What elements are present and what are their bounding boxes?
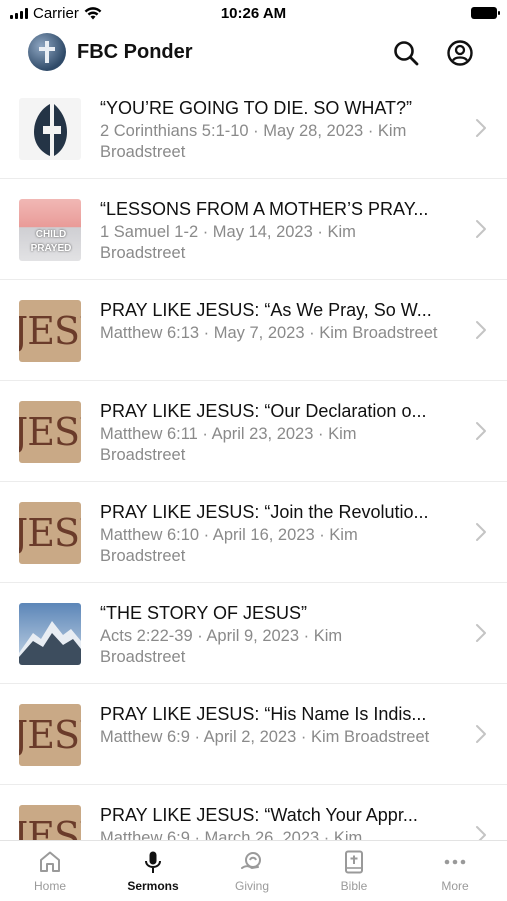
sermon-thumbnail (19, 98, 81, 160)
sermon-meta-line1: Matthew 6:13 · May 7, 2023 · Kim Broadst… (100, 324, 438, 342)
sermon-meta: 1 Samuel 1-2 · May 14, 2023 · Kim Broadst… (100, 222, 462, 264)
sermon-meta-line2: Broadstreet (100, 446, 186, 464)
sermon-text: “LESSONS FROM A MOTHER’S PRAY... 1 Samuel… (100, 197, 462, 264)
sermon-meta-line2: Broadstreet (100, 547, 186, 565)
giving-icon (241, 852, 261, 870)
tab-bar: Home Sermons Giving Bible More (0, 840, 507, 901)
sermon-title: PRAY LIKE JESUS: “Watch Your Appr... (100, 805, 418, 825)
sermon-list-item[interactable]: JESU PRAY LIKE JESUS: “Join the Revolutio… (0, 482, 507, 583)
tab-giving-label: Giving (234, 879, 269, 893)
thumbnail-text: JESU (19, 814, 81, 840)
thumbnail-text: JESU (19, 309, 81, 353)
chevron-right-icon (476, 725, 486, 743)
thumbnail-text: JESU (19, 511, 81, 555)
sermon-meta-line1: Acts 2:22-39 · April 9, 2023 · Kim (100, 627, 343, 645)
thumbnail-text: JESU (19, 410, 81, 454)
sermon-thumbnail (19, 603, 81, 665)
microphone-icon (145, 851, 161, 873)
status-bar: Carrier 10:26 AM (0, 0, 507, 28)
chevron-right-icon (476, 422, 486, 440)
sermon-title: PRAY LIKE JESUS: “Join the Revolutio... (100, 502, 429, 522)
sermon-list-item[interactable]: CHILD PRAYED “LESSONS FROM A MOTHER’S PRAY… (0, 179, 507, 280)
sermon-text: “THE STORY OF JESUS” Acts 2:22-39 · April… (100, 601, 462, 668)
sermon-meta-line2: Broadstreet (100, 244, 186, 262)
chevron-right-icon (476, 826, 486, 840)
mountain-thumbnail-icon (19, 603, 81, 665)
sermon-text: “YOU’RE GOING TO DIE. SO WHAT?” 2 Corinth… (100, 96, 462, 163)
church-logo (28, 33, 66, 71)
sermon-thumbnail: JESU (19, 502, 81, 564)
sermon-thumbnail: JESU (19, 401, 81, 463)
app-header: FBC Ponder (0, 28, 507, 78)
sermon-text: PRAY LIKE JESUS: “Watch Your Appr... Matt… (100, 803, 462, 840)
sermon-meta: Matthew 6:10 · April 16, 2023 · Kim Broad… (100, 525, 462, 567)
tab-home[interactable]: Home (10, 849, 90, 893)
sermon-list-item[interactable]: “YOU’RE GOING TO DIE. SO WHAT?” 2 Corinth… (0, 78, 507, 179)
sermon-list-item[interactable]: JESU PRAY LIKE JESUS: “His Name Is Indis.… (0, 684, 507, 785)
tab-sermons-label: Sermons (127, 879, 179, 893)
status-time: 10:26 AM (220, 5, 287, 22)
app-title: FBC Ponder (77, 41, 193, 63)
home-icon (40, 851, 60, 872)
more-icon (444, 859, 466, 865)
thumbnail-text: JESU (19, 713, 81, 757)
account-icon[interactable] (445, 38, 475, 68)
tab-more[interactable]: More (415, 849, 495, 893)
sermon-meta: 2 Corinthians 5:1-10 · May 28, 2023 · Ki… (100, 121, 462, 163)
sermon-meta-line1: 2 Corinthians 5:1-10 · May 28, 2023 · Ki… (100, 122, 407, 140)
sermon-meta-line1: Matthew 6:9 · March 26, 2023 · Kim (100, 829, 363, 840)
sermon-list-item[interactable]: JESU PRAY LIKE JESUS: “Our Declaration o.… (0, 381, 507, 482)
sermon-text: PRAY LIKE JESUS: “As We Pray, So W... Mat… (100, 298, 462, 344)
sermon-list-item[interactable]: JESU PRAY LIKE JESUS: “Watch Your Appr...… (0, 785, 507, 840)
sermon-meta: Matthew 6:13 · May 7, 2023 · Kim Broadst… (100, 323, 462, 344)
sermon-title: “THE STORY OF JESUS” (100, 603, 308, 623)
tab-more-label: More (441, 879, 469, 893)
sermon-meta: Acts 2:22-39 · April 9, 2023 · Kim Broads… (100, 626, 462, 668)
sermon-title: PRAY LIKE JESUS: “His Name Is Indis... (100, 704, 427, 724)
sermon-title: PRAY LIKE JESUS: “As We Pray, So W... (100, 300, 432, 320)
sermon-meta-line1: Matthew 6:10 · April 16, 2023 · Kim (100, 526, 358, 544)
chevron-right-icon (476, 523, 486, 541)
cross-logo-icon (39, 41, 55, 63)
sermon-text: PRAY LIKE JESUS: “His Name Is Indis... Ma… (100, 702, 462, 748)
sermon-title: PRAY LIKE JESUS: “Our Declaration o... (100, 401, 427, 421)
sermon-thumbnail: JESU (19, 805, 81, 840)
sermon-meta-line2: Broadstreet (100, 648, 186, 666)
tab-giving[interactable]: Giving (212, 849, 292, 893)
tab-bible-label: Bible (340, 879, 368, 893)
sermon-title: “LESSONS FROM A MOTHER’S PRAY... (100, 199, 429, 219)
chevron-right-icon (476, 624, 486, 642)
sermon-meta: Matthew 6:9 · April 2, 2023 · Kim Broads… (100, 727, 462, 748)
chevron-right-icon (476, 220, 486, 238)
chevron-right-icon (476, 321, 486, 339)
sermon-text: PRAY LIKE JESUS: “Our Declaration o... Ma… (100, 399, 462, 466)
sermon-meta: Matthew 6:11 · April 23, 2023 · Kim Broad… (100, 424, 462, 466)
sermon-meta-line1: 1 Samuel 1-2 · May 14, 2023 · Kim (100, 223, 356, 241)
sermon-meta-line1: Matthew 6:9 · April 2, 2023 · Kim Broads… (100, 728, 430, 746)
sermon-thumbnail: CHILD PRAYED (19, 199, 81, 261)
sermon-list[interactable]: “YOU’RE GOING TO DIE. SO WHAT?” 2 Corinth… (0, 78, 507, 840)
sermon-meta: Matthew 6:9 · March 26, 2023 · KimBroads… (100, 828, 462, 840)
thumbnail-text: PRAYED (30, 243, 72, 254)
sermon-text: PRAY LIKE JESUS: “Join the Revolutio... M… (100, 500, 462, 567)
tab-home-label: Home (33, 879, 66, 893)
thumbnail-text: CHILD (35, 229, 67, 240)
tab-bible[interactable]: Bible (314, 849, 394, 893)
sermon-meta-line2: Broadstreet (100, 143, 186, 161)
sermon-list-item[interactable]: JESU PRAY LIKE JESUS: “As We Pray, So W..… (0, 280, 507, 381)
battery-icon (471, 7, 500, 19)
sermon-meta-line1: Matthew 6:11 · April 23, 2023 · Kim (100, 425, 357, 443)
sermon-list-item[interactable]: “THE STORY OF JESUS” Acts 2:22-39 · April… (0, 583, 507, 684)
sermon-thumbnail: JESU (19, 704, 81, 766)
sermon-title: “YOU’RE GOING TO DIE. SO WHAT?” (100, 98, 413, 118)
bible-icon (345, 850, 363, 874)
search-icon[interactable] (391, 38, 421, 68)
cross-thumbnail-icon (19, 98, 81, 160)
chevron-right-icon (476, 119, 486, 137)
sermon-thumbnail: JESU (19, 300, 81, 362)
tab-sermons[interactable]: Sermons (113, 849, 193, 893)
